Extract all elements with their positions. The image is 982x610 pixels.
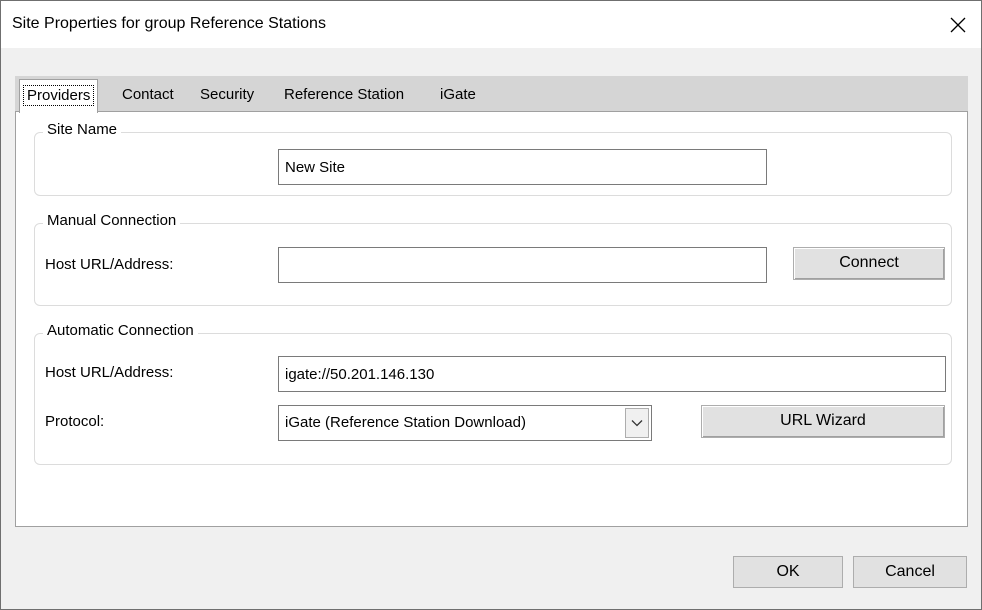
close-icon xyxy=(950,17,966,32)
chevron-down-icon xyxy=(631,420,643,427)
automatic-host-label: Host URL/Address: xyxy=(45,364,174,381)
site-properties-dialog: Site Properties for group Reference Stat… xyxy=(0,0,982,610)
providers-panel: Site Name Manual Connection Host URL/Add… xyxy=(15,111,968,527)
automatic-connection-legend: Automatic Connection xyxy=(43,322,198,339)
url-wizard-button[interactable]: URL Wizard xyxy=(701,405,945,438)
tab-contact[interactable]: Contact xyxy=(122,86,174,103)
manual-host-input[interactable] xyxy=(278,247,767,283)
tab-reference-station[interactable]: Reference Station xyxy=(284,86,404,103)
protocol-value: iGate (Reference Station Download) xyxy=(285,414,526,431)
tab-strip: Providers Contact Security Reference Sta… xyxy=(15,76,968,113)
close-button[interactable] xyxy=(935,1,981,48)
manual-connection-legend: Manual Connection xyxy=(43,212,181,229)
protocol-label: Protocol: xyxy=(45,413,105,430)
title-bar: Site Properties for group Reference Stat… xyxy=(1,1,981,48)
protocol-select[interactable]: iGate (Reference Station Download) xyxy=(278,405,652,441)
protocol-dropdown-button[interactable] xyxy=(625,408,649,438)
ok-button[interactable]: OK xyxy=(733,556,843,588)
site-name-group: Site Name xyxy=(34,121,952,196)
connect-button[interactable]: Connect xyxy=(793,247,945,280)
site-name-input[interactable] xyxy=(278,149,767,185)
manual-connection-group: Manual Connection Host URL/Address: Conn… xyxy=(34,212,952,306)
automatic-connection-group: Automatic Connection Host URL/Address: P… xyxy=(34,322,952,465)
cancel-button[interactable]: Cancel xyxy=(853,556,967,588)
automatic-host-input[interactable] xyxy=(278,356,946,392)
tab-providers[interactable]: Providers xyxy=(19,79,99,113)
tab-security[interactable]: Security xyxy=(200,86,254,103)
manual-host-label: Host URL/Address: xyxy=(45,256,174,273)
tab-label: Providers xyxy=(23,85,95,106)
site-name-legend: Site Name xyxy=(43,121,122,138)
tab-igate[interactable]: iGate xyxy=(440,86,476,103)
window-title: Site Properties for group Reference Stat… xyxy=(12,15,326,32)
